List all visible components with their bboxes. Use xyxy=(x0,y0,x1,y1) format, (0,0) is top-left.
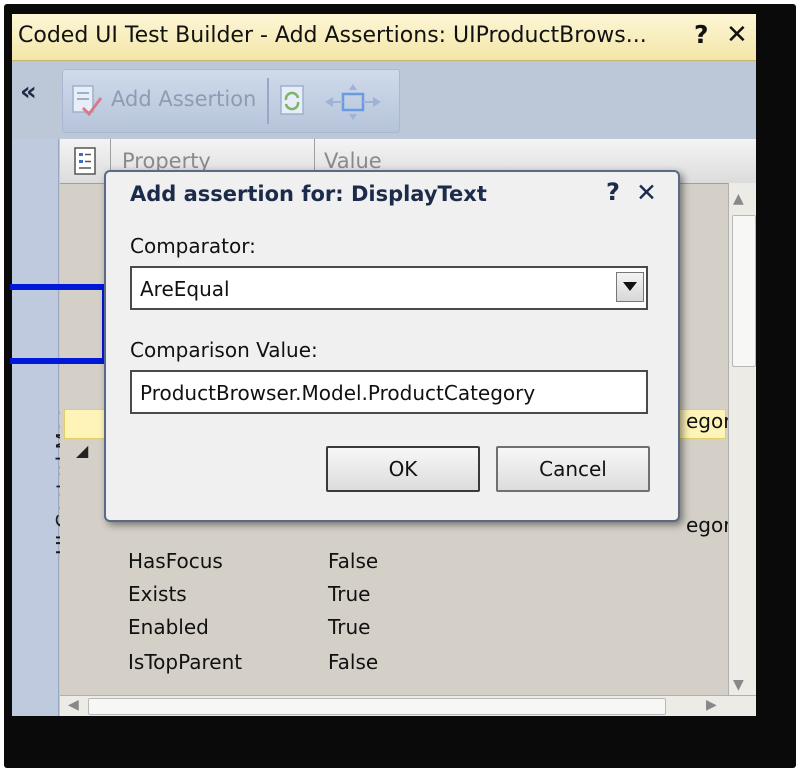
dialog-close-icon[interactable]: ✕ xyxy=(636,178,657,207)
row-property-hasfocus[interactable]: HasFocus xyxy=(128,549,223,573)
control-highlight-rectangle xyxy=(10,284,108,364)
vertical-scroll-thumb[interactable] xyxy=(732,215,756,367)
collapse-triangle-icon[interactable]: ◢ xyxy=(76,441,88,460)
row-value-enabled[interactable]: True xyxy=(328,615,370,639)
scroll-right-arrow-icon[interactable]: ▶ xyxy=(706,697,717,713)
add-assertion-dialog: Add assertion for: DisplayText ? ✕ Compa… xyxy=(104,170,680,522)
horizontal-scrollbar[interactable]: ◀ ▶ xyxy=(60,695,756,716)
vertical-scrollbar[interactable]: ▲ ▼ xyxy=(728,183,756,697)
close-icon[interactable]: ✕ xyxy=(726,20,748,50)
ok-button[interactable]: OK xyxy=(326,446,480,492)
add-assertion-icon[interactable] xyxy=(69,84,105,118)
dialog-help-icon[interactable]: ? xyxy=(606,178,620,206)
comparison-value-field[interactable] xyxy=(130,370,648,414)
dropdown-button[interactable] xyxy=(616,272,644,302)
row-value-istopparent[interactable]: False xyxy=(328,650,378,674)
comparator-selected-value: AreEqual xyxy=(140,277,230,301)
scroll-up-arrow-icon[interactable]: ▲ xyxy=(733,191,744,207)
add-assertion-button[interactable]: Add Assertion xyxy=(111,87,256,111)
horizontal-scroll-thumb[interactable] xyxy=(88,698,666,715)
chevron-down-icon xyxy=(623,282,637,291)
property-pages-icon xyxy=(74,147,96,175)
toolbar: Add Assertion xyxy=(62,69,400,133)
help-icon[interactable]: ? xyxy=(694,20,709,49)
row-property-enabled[interactable]: Enabled xyxy=(128,615,209,639)
refresh-icon[interactable] xyxy=(279,84,307,116)
dialog-title: Add assertion for: DisplayText xyxy=(130,182,487,206)
comparator-label: Comparator: xyxy=(130,234,256,258)
toolbar-separator xyxy=(267,78,269,124)
scroll-left-arrow-icon[interactable]: ◀ xyxy=(68,697,79,713)
scroll-down-arrow-icon[interactable]: ▼ xyxy=(733,677,744,693)
crosshair-move-icon[interactable] xyxy=(321,82,385,122)
row-value-exists[interactable]: True xyxy=(328,582,370,606)
row-property-istopparent[interactable]: IsTopParent xyxy=(128,650,242,674)
collapse-panel-icon[interactable]: « xyxy=(20,77,37,107)
cancel-button[interactable]: Cancel xyxy=(496,446,650,492)
window-title: Coded UI Test Builder - Add Assertions: … xyxy=(18,23,647,48)
ui-control-map-tab[interactable]: UI Control Map xyxy=(12,139,76,716)
row-value-hasfocus[interactable]: False xyxy=(328,549,378,573)
title-bar[interactable]: Coded UI Test Builder - Add Assertions: … xyxy=(12,14,756,61)
comparator-dropdown[interactable]: AreEqual xyxy=(130,266,648,310)
comparison-value-input[interactable] xyxy=(138,379,638,407)
row-property-exists[interactable]: Exists xyxy=(128,582,187,606)
comparison-value-label: Comparison Value: xyxy=(130,338,318,362)
